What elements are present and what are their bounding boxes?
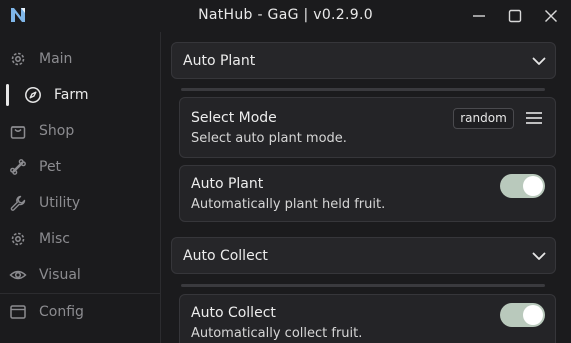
card-title: Auto Collect	[191, 305, 276, 321]
sidebar-item-utility[interactable]: Utility	[0, 185, 160, 221]
auto-plant-card: Auto Plant Automatically plant held frui…	[179, 165, 556, 222]
section-title: Auto Collect	[183, 248, 268, 264]
card-title: Select Mode	[191, 110, 277, 126]
card-title: Auto Plant	[191, 176, 264, 192]
sidebar-item-label: Visual	[39, 267, 81, 283]
section-title: Auto Plant	[183, 53, 256, 69]
sidebar-item-config[interactable]: Config	[0, 294, 160, 330]
auto-collect-card: Auto Collect Automatically collect fruit…	[179, 294, 556, 343]
maximize-icon[interactable]	[505, 6, 525, 26]
sidebar-item-visual[interactable]: Visual	[0, 257, 160, 293]
sidebar: Main Farm Shop Pet Utility Misc Visual C…	[0, 32, 161, 343]
card-description: Select auto plant mode.	[191, 131, 347, 146]
sidebar-item-label: Farm	[54, 87, 89, 103]
main-panel: Auto Plant Select Mode Select auto plant…	[161, 32, 571, 343]
toggle-knob	[523, 176, 543, 196]
section-divider	[181, 284, 545, 287]
section-header-auto-plant[interactable]: Auto Plant	[171, 42, 556, 79]
close-icon[interactable]	[541, 6, 561, 26]
auto-collect-toggle[interactable]	[500, 303, 545, 327]
mode-dropdown[interactable]: random	[453, 108, 514, 129]
bone-icon	[9, 158, 27, 176]
sidebar-item-misc[interactable]: Misc	[0, 221, 160, 257]
sidebar-item-shop[interactable]: Shop	[0, 113, 160, 149]
window-icon	[9, 303, 27, 321]
sidebar-item-label: Shop	[39, 123, 75, 139]
active-indicator	[6, 84, 9, 106]
toggle-knob	[523, 305, 543, 325]
card-description: Automatically plant held fruit.	[191, 197, 386, 212]
sidebar-item-label: Main	[39, 51, 73, 67]
auto-plant-toggle[interactable]	[500, 174, 545, 198]
section-header-auto-collect[interactable]: Auto Collect	[171, 237, 556, 274]
gear-icon	[9, 230, 27, 248]
sidebar-item-label: Config	[39, 304, 84, 320]
sidebar-item-main[interactable]: Main	[0, 41, 160, 77]
chevron-down-icon[interactable]	[531, 248, 547, 264]
select-mode-card: Select Mode Select auto plant mode. rand…	[179, 97, 556, 158]
card-description: Automatically collect fruit.	[191, 326, 363, 341]
sidebar-item-pet[interactable]: Pet	[0, 149, 160, 185]
minimize-icon[interactable]	[469, 6, 489, 26]
sidebar-item-label: Utility	[39, 195, 81, 211]
wrench-icon	[9, 194, 27, 212]
sidebar-item-label: Pet	[39, 159, 62, 175]
sidebar-item-farm[interactable]: Farm	[0, 77, 160, 113]
eye-icon	[9, 266, 27, 284]
shopping-bag-icon	[9, 122, 27, 140]
section-divider	[181, 88, 545, 91]
chevron-down-icon[interactable]	[531, 53, 547, 69]
gear-icon	[9, 50, 27, 68]
menu-icon[interactable]	[524, 108, 544, 128]
sidebar-item-label: Misc	[39, 231, 70, 247]
compass-icon	[24, 86, 42, 104]
title-bar: NatHub - GaG | v0.2.9.0	[0, 0, 571, 32]
